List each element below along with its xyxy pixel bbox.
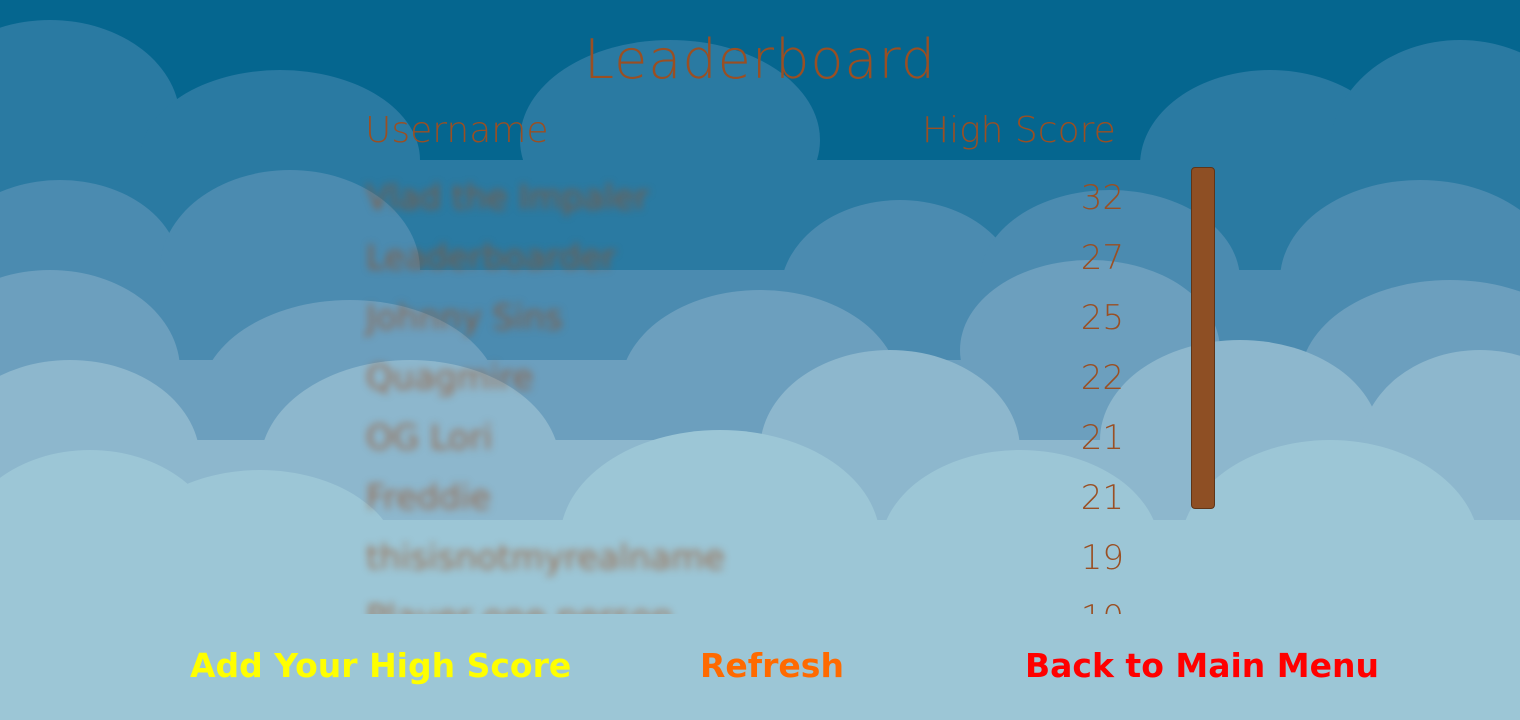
row-score: 21 — [1080, 478, 1124, 518]
leaderboard-row: Freddie 21 — [360, 466, 1140, 526]
row-score: 27 — [1080, 238, 1124, 278]
row-username: Leaderboarder — [366, 238, 616, 278]
refresh-button[interactable]: Refresh — [700, 646, 844, 685]
row-score: 32 — [1080, 178, 1124, 218]
leaderboard-row: Leaderboarder 27 — [360, 226, 1140, 286]
row-score: 19 — [1080, 538, 1124, 578]
row-username: OG Lori — [366, 418, 493, 458]
leaderboard-list[interactable]: Vlad the Impaler 32 Leaderboarder 27 Joh… — [360, 166, 1140, 614]
leaderboard-row: thisisnotmyrealname 19 — [360, 526, 1140, 586]
row-score: 10 — [1081, 598, 1124, 614]
row-username: Freddie — [366, 478, 491, 518]
row-score: 22 — [1080, 358, 1124, 398]
row-username: Player one person — [366, 598, 673, 614]
leaderboard-row: OG Lori 21 — [360, 406, 1140, 466]
leaderboard-row: Quagmire 22 — [360, 346, 1140, 406]
row-score: 21 — [1080, 418, 1124, 458]
leaderboard-row: Player one person 10 — [360, 586, 1140, 614]
row-score: 25 — [1080, 298, 1124, 338]
leaderboard-row: Johnny Sins 25 — [360, 286, 1140, 346]
page-title: Leaderboard — [583, 28, 937, 91]
username-column-header: Username — [365, 110, 549, 151]
row-username: Johnny Sins — [366, 298, 563, 338]
leaderboard-row: Vlad the Impaler 32 — [360, 166, 1140, 226]
row-username: Quagmire — [366, 358, 534, 398]
row-username: thisisnotmyrealname — [366, 538, 725, 578]
high-score-column-header: High Score — [922, 110, 1116, 151]
leaderboard-scrollbar[interactable] — [1191, 167, 1215, 509]
back-to-main-menu-button[interactable]: Back to Main Menu — [1025, 646, 1379, 685]
add-high-score-button[interactable]: Add Your High Score — [190, 646, 571, 685]
row-username: Vlad the Impaler — [366, 178, 649, 218]
